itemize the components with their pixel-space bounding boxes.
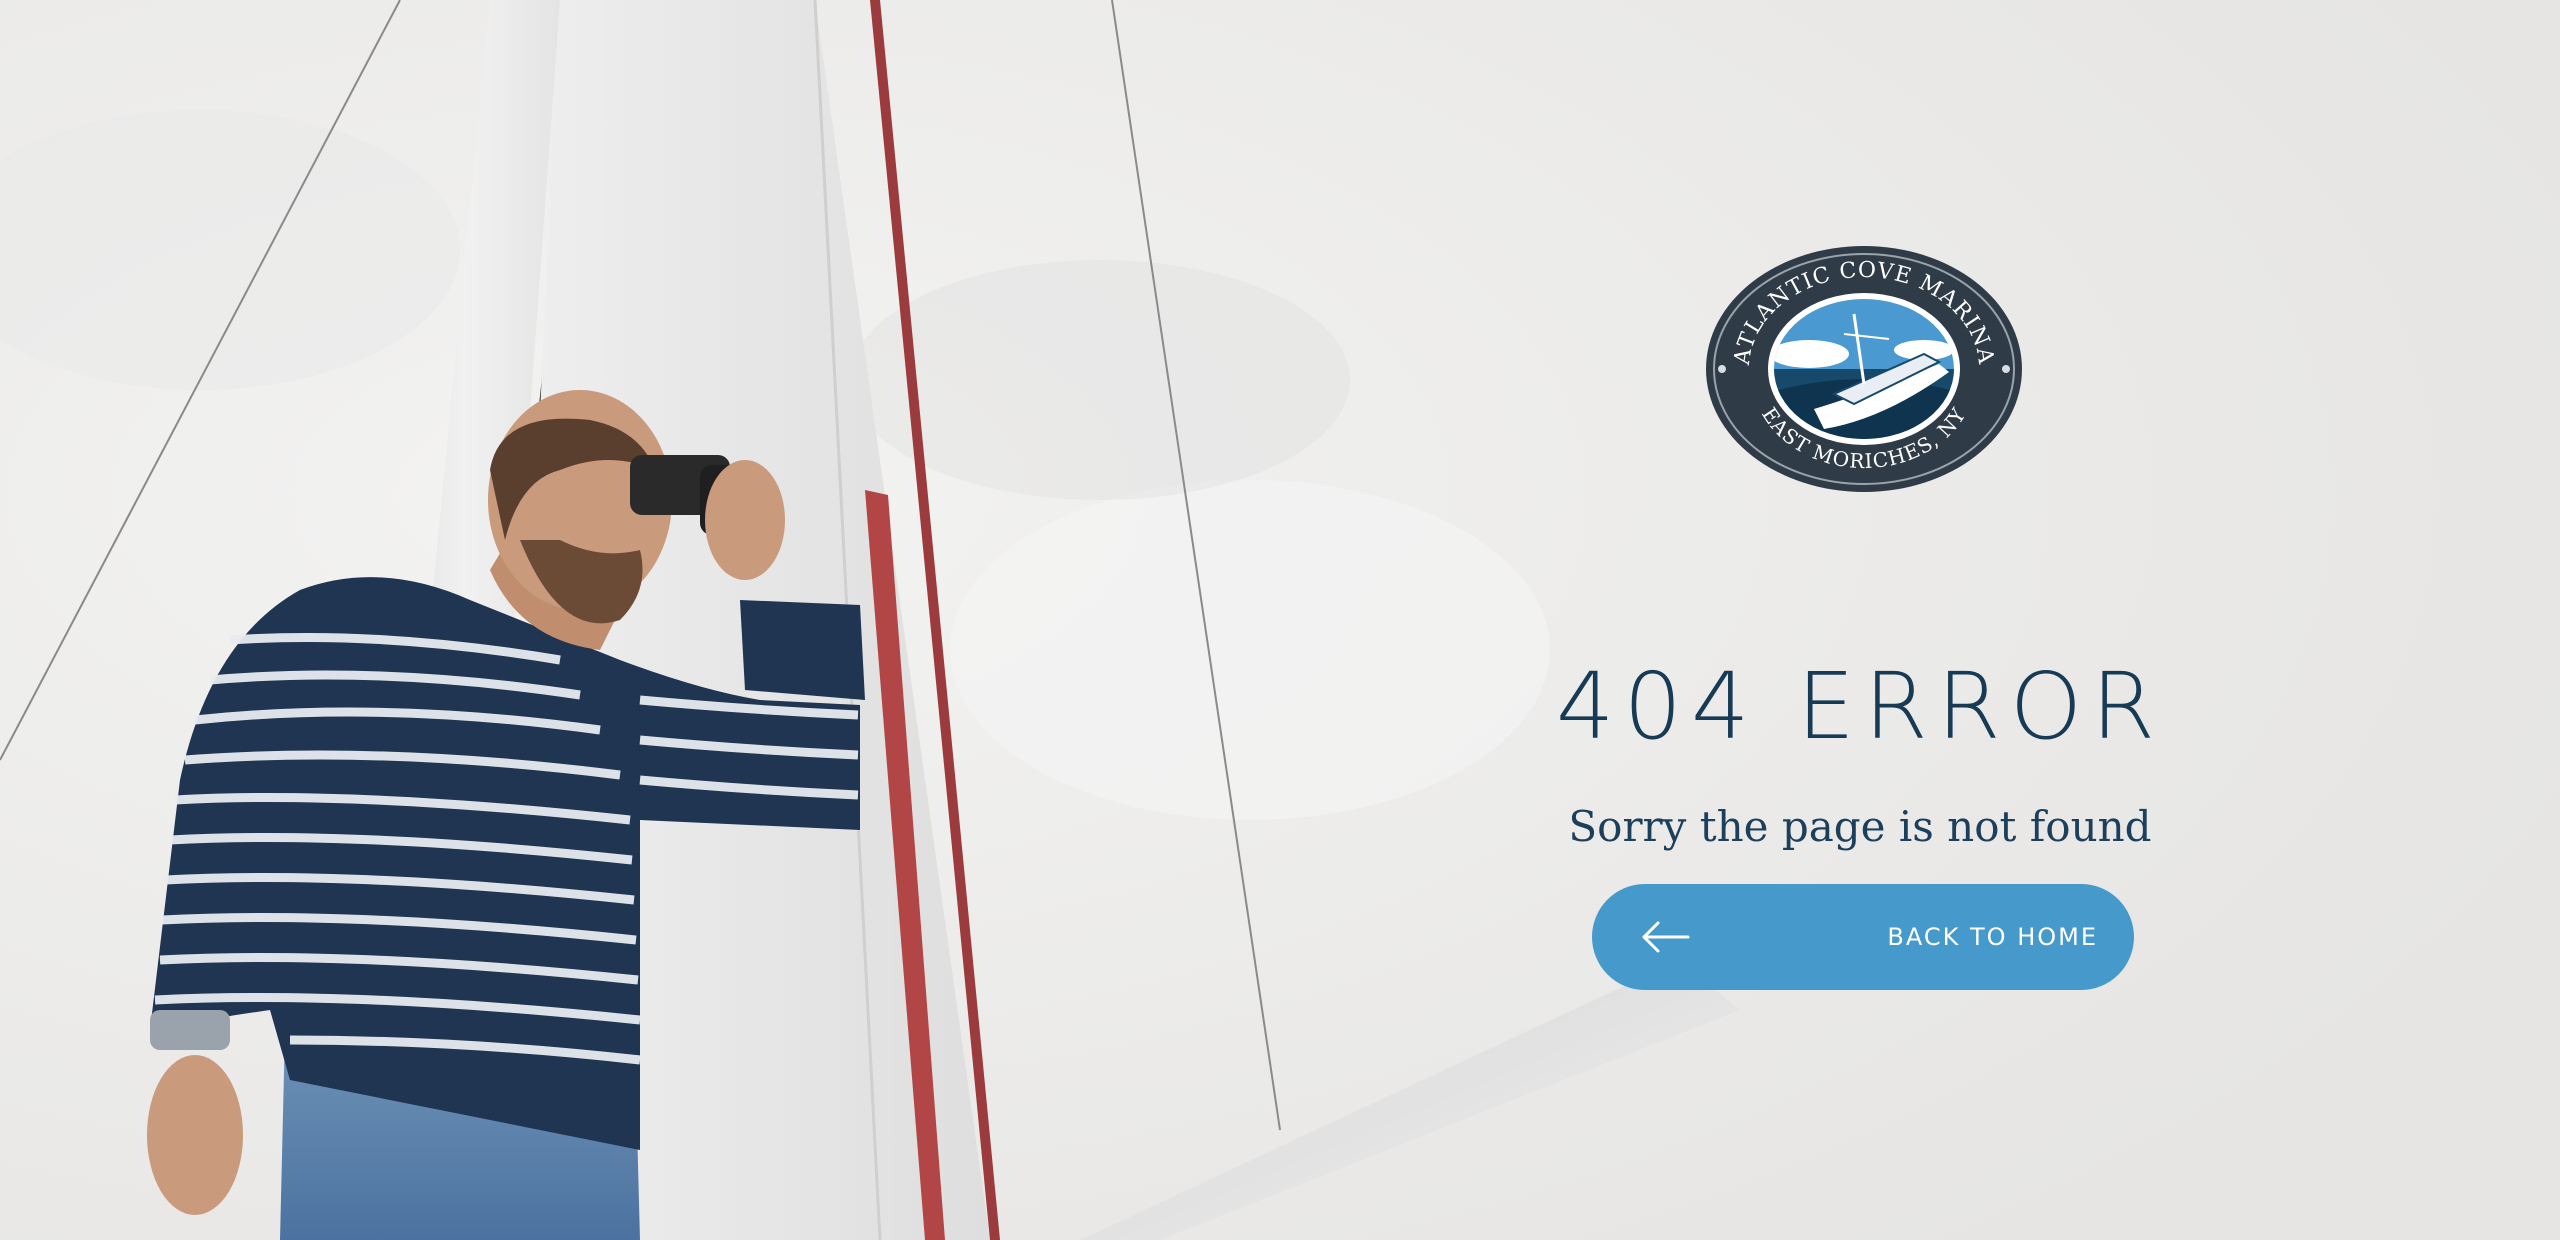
error-page: ATLANTIC COVE MARINA EAST MORICHES, NY 4… <box>0 0 2560 1240</box>
error-title: 404 ERROR <box>1555 652 2165 760</box>
arrow-left-icon <box>1642 921 1690 953</box>
back-to-home-label: BACK TO HOME <box>1887 923 2098 951</box>
back-to-home-button[interactable]: BACK TO HOME <box>1592 884 2134 990</box>
atlantic-cove-marina-logo: ATLANTIC COVE MARINA EAST MORICHES, NY <box>1706 246 2022 492</box>
error-message: Sorry the page is not found <box>1568 802 2152 851</box>
error-content: ATLANTIC COVE MARINA EAST MORICHES, NY 4… <box>1480 0 2240 1240</box>
